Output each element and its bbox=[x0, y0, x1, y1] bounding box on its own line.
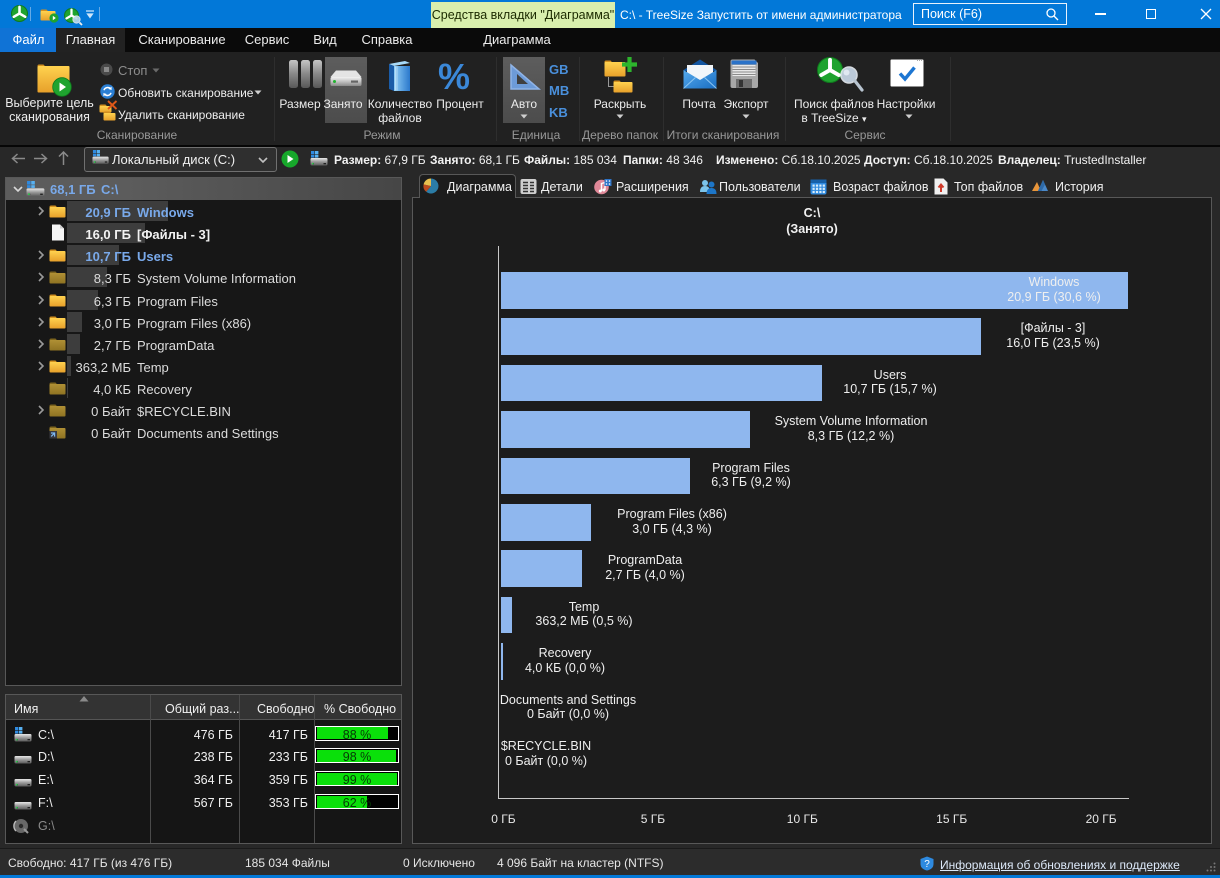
svg-text:?: ? bbox=[924, 859, 930, 870]
